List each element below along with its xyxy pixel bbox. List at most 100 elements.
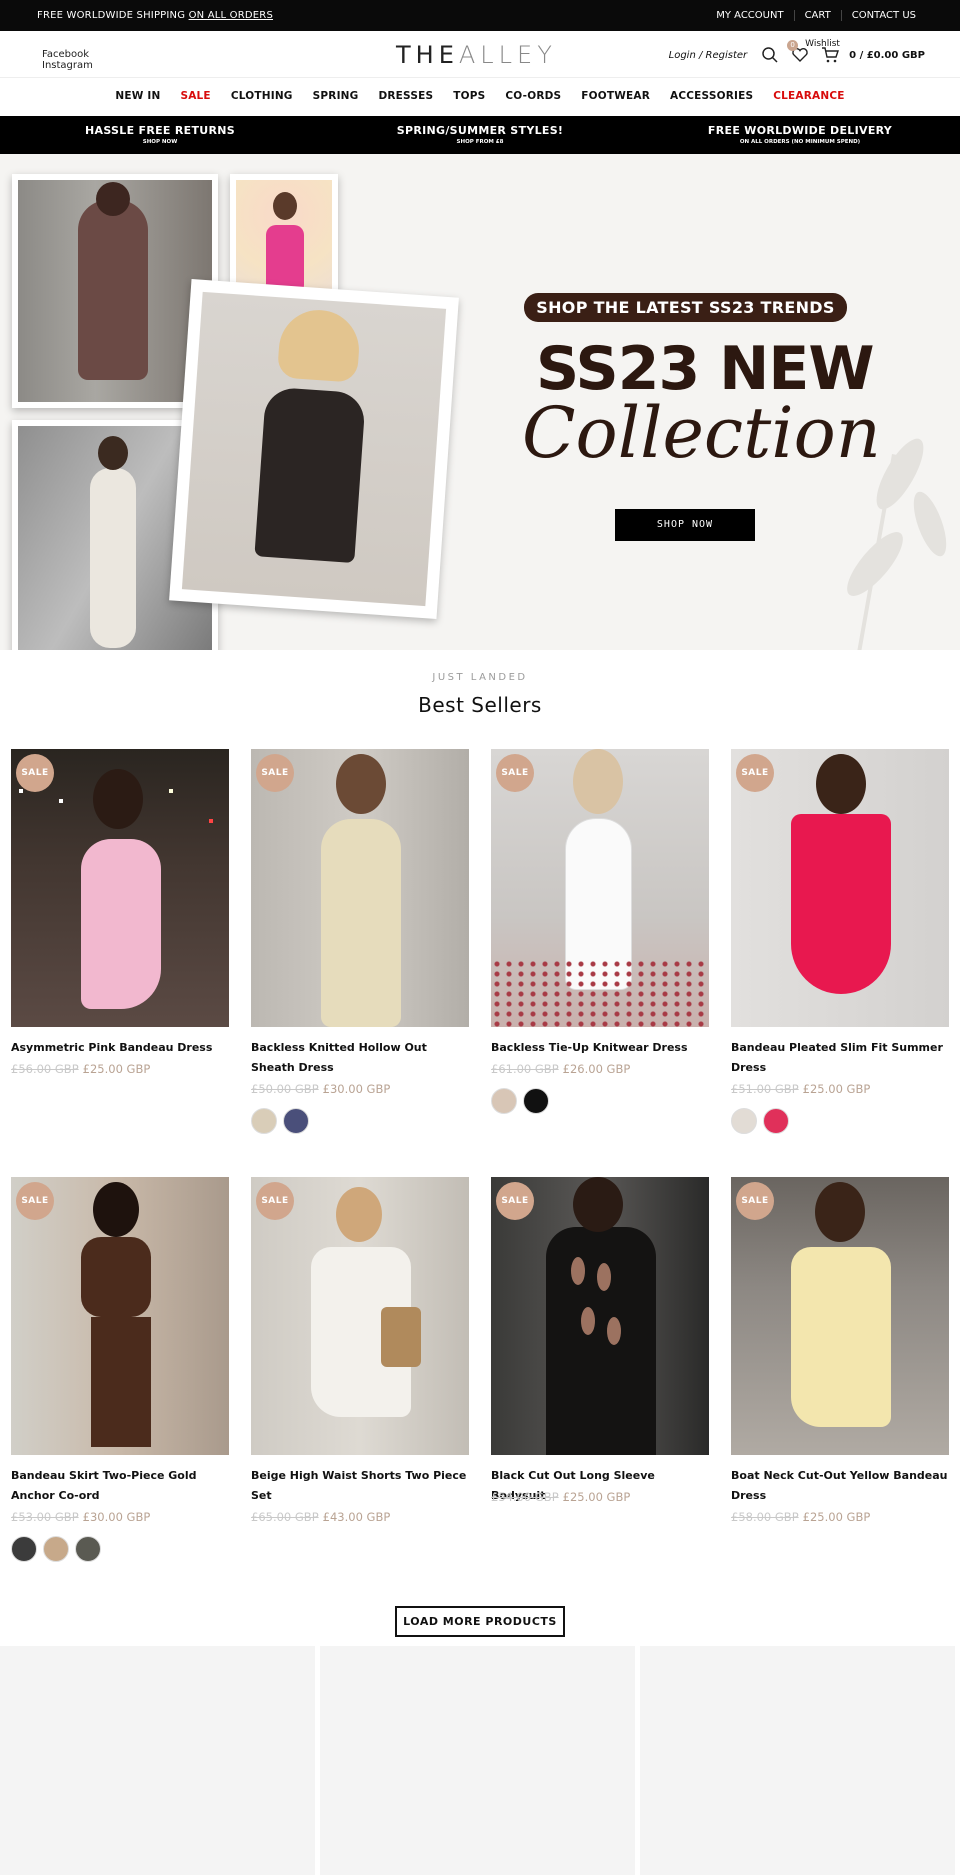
color-swatches (491, 1088, 555, 1114)
color-swatch[interactable] (523, 1088, 549, 1114)
color-swatch[interactable] (491, 1088, 517, 1114)
main-navigation: NEW IN SALE CLOTHING SPRING DRESSES TOPS… (0, 79, 960, 116)
promo-subtitle: ON ALL ORDERS (NO MINIMUM SPEND) (739, 139, 861, 145)
top-announcement-bar: FREE WORLDWIDE SHIPPING ON ALL ORDERS MY… (0, 0, 960, 31)
promo-delivery[interactable]: FREE WORLDWIDE DELIVERY ON ALL ORDERS (N… (640, 116, 960, 154)
product-name[interactable]: Bandeau Skirt Two-Piece Gold Anchor Co-o… (11, 1466, 229, 1506)
color-swatches (731, 1108, 795, 1134)
product-price: £65.00 GBP £43.00 GBP (251, 1510, 390, 1524)
sale-price: £25.00 GBP (562, 1490, 631, 1504)
nav-new-in[interactable]: NEW IN (115, 79, 160, 116)
sale-price: £26.00 GBP (562, 1062, 631, 1076)
sale-badge: SALE (736, 754, 774, 792)
color-swatch[interactable] (75, 1536, 101, 1562)
featured-tiles (0, 1646, 960, 1875)
color-swatch[interactable] (731, 1108, 757, 1134)
color-swatch[interactable] (283, 1108, 309, 1134)
product-name[interactable]: Backless Knitted Hollow Out Sheath Dress (251, 1038, 469, 1078)
login-register-link[interactable]: Login / Register (669, 50, 748, 61)
my-account-link[interactable]: MY ACCOUNT (706, 10, 793, 21)
hero-photo-black-jumpsuit (169, 279, 459, 619)
product-name[interactable]: Boat Neck Cut-Out Yellow Bandeau Dress (731, 1466, 949, 1506)
promo-subtitle: SHOP FROM £8 (456, 139, 504, 145)
product-name[interactable]: Backless Tie-Up Knitwear Dress (491, 1038, 709, 1058)
original-price: £65.00 GBP (251, 1510, 319, 1524)
search-icon[interactable] (761, 46, 779, 64)
sale-badge: SALE (16, 754, 54, 792)
product-image[interactable] (11, 1177, 229, 1455)
contact-us-link[interactable]: CONTACT US (840, 10, 926, 21)
product-price: £51.00 GBP £25.00 GBP (731, 1082, 870, 1096)
color-swatch[interactable] (43, 1536, 69, 1562)
logo-light: ALLEY (458, 41, 557, 69)
shipping-text: FREE WORLDWIDE SHIPPING (37, 10, 186, 21)
sale-price: £25.00 GBP (802, 1510, 871, 1524)
nav-dresses[interactable]: DRESSES (378, 79, 433, 116)
sale-badge: SALE (256, 1182, 294, 1220)
nav-sale[interactable]: SALE (180, 79, 210, 116)
promo-styles[interactable]: SPRING/SUMMER STYLES! SHOP FROM £8 (320, 116, 640, 154)
cart-total[interactable]: 0 / £0.00 GBP (849, 50, 925, 61)
original-price: £53.00 GBP (11, 1510, 79, 1524)
site-header: Facebook Instagram THEALLEY Login / Regi… (0, 31, 960, 78)
product-name[interactable]: Asymmetric Pink Bandeau Dress (11, 1038, 229, 1058)
cart-icon[interactable] (821, 46, 840, 64)
sale-price: £30.00 GBP (82, 1510, 151, 1524)
promo-subtitle: SHOP NOW (142, 139, 178, 145)
leaf-shadow-decoration (780, 414, 960, 650)
facebook-link[interactable]: Facebook (42, 49, 89, 60)
nav-spring[interactable]: SPRING (313, 79, 359, 116)
sale-badge: SALE (16, 1182, 54, 1220)
product-image[interactable] (491, 749, 709, 1027)
promo-title: FREE WORLDWIDE DELIVERY (707, 124, 893, 137)
nav-tops[interactable]: TOPS (453, 79, 485, 116)
product-image[interactable] (491, 1177, 709, 1455)
color-swatch[interactable] (763, 1108, 789, 1134)
wishlist-icon[interactable]: 0 Wishlist (787, 39, 840, 64)
promo-returns[interactable]: HASSLE FREE RETURNS SHOP NOW (0, 116, 320, 154)
nav-co-ords[interactable]: CO-ORDS (505, 79, 561, 116)
promo-bar: HASSLE FREE RETURNS SHOP NOW SPRING/SUMM… (0, 116, 960, 154)
original-price: £54.00 GBP (491, 1490, 559, 1504)
product-price: £56.00 GBP £25.00 GBP (11, 1062, 150, 1076)
nav-footwear[interactable]: FOOTWEAR (581, 79, 650, 116)
instagram-link[interactable]: Instagram (42, 60, 93, 71)
cart-link[interactable]: CART (793, 10, 841, 21)
hero-banner[interactable]: SHOP THE LATEST SS23 TRENDS SS23 NEW Col… (0, 154, 960, 650)
sale-badge: SALE (496, 754, 534, 792)
original-price: £58.00 GBP (731, 1510, 799, 1524)
product-price: £58.00 GBP £25.00 GBP (731, 1510, 870, 1524)
hero-shop-now-button[interactable]: SHOP NOW (615, 509, 755, 541)
header-actions: Login / Register 0 Wishlist 0 / £0.00 GB… (669, 39, 925, 64)
sale-price: £30.00 GBP (322, 1082, 391, 1096)
sale-badge: SALE (736, 1182, 774, 1220)
original-price: £51.00 GBP (731, 1082, 799, 1096)
logo-bold: THE (396, 41, 459, 69)
color-swatch[interactable] (251, 1108, 277, 1134)
featured-tile[interactable] (320, 1646, 635, 1875)
section-title: Best Sellers (418, 693, 542, 717)
site-logo[interactable]: THEALLEY (396, 41, 557, 69)
load-more-button[interactable]: LOAD MORE PRODUCTS (395, 1606, 565, 1637)
product-image[interactable] (251, 749, 469, 1027)
sale-badge: SALE (496, 1182, 534, 1220)
product-image[interactable] (731, 749, 949, 1027)
nav-clothing[interactable]: CLOTHING (231, 79, 293, 116)
original-price: £56.00 GBP (11, 1062, 79, 1076)
product-image[interactable] (251, 1177, 469, 1455)
product-image[interactable] (11, 749, 229, 1027)
hero-trends-pill: SHOP THE LATEST SS23 TRENDS (524, 293, 847, 322)
product-image[interactable] (731, 1177, 949, 1455)
featured-tile[interactable] (0, 1646, 315, 1875)
featured-tile[interactable] (640, 1646, 955, 1875)
product-price: £61.00 GBP £26.00 GBP (491, 1062, 630, 1076)
nav-clearance[interactable]: CLEARANCE (773, 79, 844, 116)
shipping-link[interactable]: ON ALL ORDERS (189, 10, 273, 21)
nav-accessories[interactable]: ACCESSORIES (670, 79, 753, 116)
product-name[interactable]: Bandeau Pleated Slim Fit Summer Dress (731, 1038, 949, 1078)
color-swatch[interactable] (11, 1536, 37, 1562)
social-links: Facebook Instagram (42, 49, 93, 71)
product-price: £54.00 GBP £25.00 GBP (491, 1490, 630, 1504)
product-name[interactable]: Beige High Waist Shorts Two Piece Set (251, 1466, 469, 1506)
sale-badge: SALE (256, 754, 294, 792)
